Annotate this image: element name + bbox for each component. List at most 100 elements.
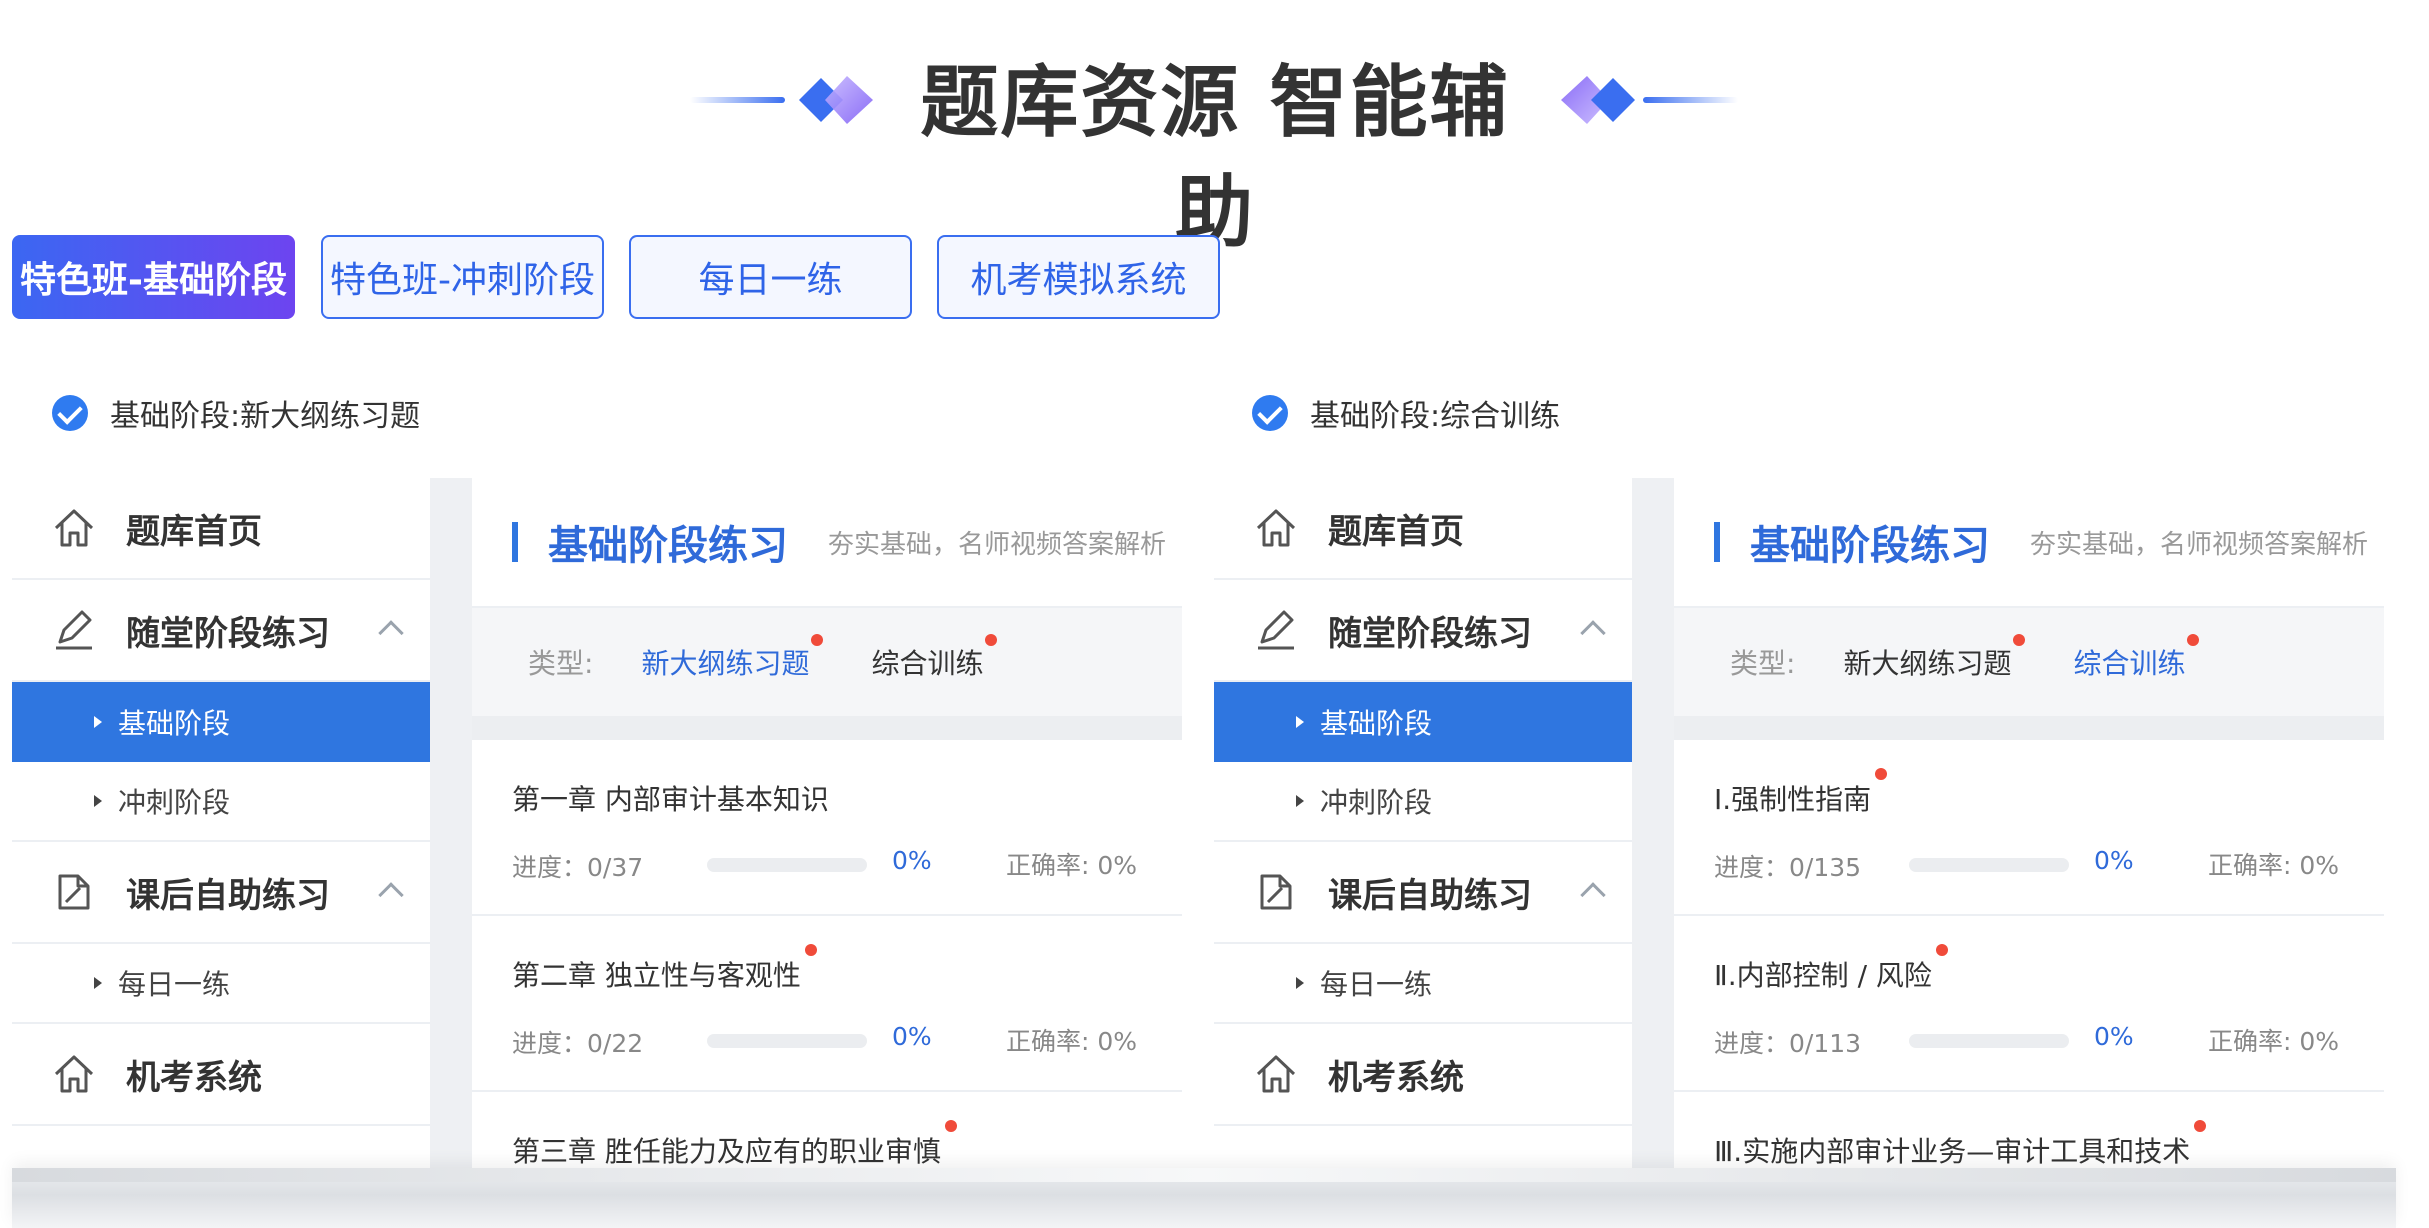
sidebar-item-label: 机考系统 — [126, 1057, 262, 1098]
chapter-name: 第一章 内部审计基本知识 — [512, 783, 829, 816]
sidebar-item-sprint-stage[interactable]: 冲刺阶段 — [1214, 762, 1632, 842]
content-title: 基础阶段练习 — [548, 523, 788, 569]
new-badge-dot — [2194, 1120, 2207, 1132]
type-filter: 类型: 新大纲练习题 综合训练 — [472, 608, 1182, 716]
sidebar-item-label: 基础阶段 — [118, 707, 231, 740]
tab-exam-simulation[interactable]: 机考模拟系统 — [937, 235, 1220, 319]
sidebar-item-daily[interactable]: 每日一练 — [12, 944, 430, 1024]
caret-right-icon — [94, 716, 102, 728]
chapter-name: Ⅲ.实施内部审计业务—审计工具和技术 — [1714, 1120, 2207, 1168]
sidebar-item-label: 题库首页 — [126, 511, 262, 552]
sidebar-item-basic-stage[interactable]: 基础阶段 — [1214, 682, 1632, 762]
chapter-item[interactable]: Ⅰ.强制性指南 进度：0/135 0% 正确率: 0% — [1674, 740, 2384, 916]
tab-daily-practice[interactable]: 每日一练 — [629, 235, 912, 319]
panel-divider — [430, 478, 472, 1168]
header: 题库资源 智能辅助 — [0, 0, 2429, 258]
sidebar-item-label: 机考系统 — [1328, 1057, 1464, 1098]
tab-sprint-stage[interactable]: 特色班-冲刺阶段 — [321, 235, 604, 319]
sidebar: 题库首页 随堂阶段练习 基础阶段 冲刺阶段 课后自助练习 每日一练 机考系统 — [12, 478, 430, 1168]
sidebar-item-exam-system[interactable]: 机考系统 — [12, 1024, 430, 1126]
sidebar-item-after-class[interactable]: 课后自助练习 — [12, 842, 430, 944]
accuracy-text: 正确率: 0% — [2208, 851, 2340, 880]
type-option-syllabus[interactable]: 新大纲练习题 — [1843, 634, 2026, 682]
title-accent-bar — [512, 522, 518, 562]
sidebar-item-label: 随堂阶段练习 — [126, 613, 330, 654]
progress-text: 进度：0/113 — [1714, 1029, 1862, 1058]
diamond-decoration-icon-left — [799, 76, 873, 124]
progress-text: 进度：0/135 — [1714, 853, 1862, 882]
title-decoration-line-right — [1643, 97, 1738, 103]
check-circle-icon — [52, 395, 88, 431]
content-header: 基础阶段练习 夯实基础，名师视频答案解析 — [472, 478, 1182, 608]
chapter-name: 第三章 胜任能力及应有的职业审慎 — [512, 1120, 957, 1168]
sidebar-item-home[interactable]: 题库首页 — [1214, 478, 1632, 580]
chapter-name: 第二章 独立性与客观性 — [512, 944, 817, 994]
caret-right-icon — [1296, 977, 1304, 989]
sidebar-item-daily[interactable]: 每日一练 — [1214, 944, 1632, 1024]
sidebar-item-label: 课后自助练习 — [1328, 875, 1532, 916]
title-decoration-line-left — [690, 97, 785, 103]
sidebar-item-label: 冲刺阶段 — [118, 786, 231, 819]
section-separator — [1674, 716, 2384, 740]
type-option-comprehensive[interactable]: 综合训练 — [871, 634, 998, 682]
caret-right-icon — [94, 977, 102, 989]
progress-bar — [1909, 858, 2069, 872]
progress-percent: 0% — [892, 846, 932, 875]
progress-bar — [707, 1034, 867, 1048]
chevron-up-icon — [1580, 620, 1606, 646]
display-shelf — [12, 1168, 2396, 1228]
chapter-item[interactable]: 第二章 独立性与客观性 进度：0/22 0% 正确率: 0% — [472, 916, 1182, 1092]
chapter-name: Ⅱ.内部控制 / 风险 — [1714, 944, 1948, 994]
tab-basic-stage[interactable]: 特色班-基础阶段 — [12, 235, 295, 319]
section-caption-text: 基础阶段:综合训练 — [1310, 399, 1561, 434]
panel-divider — [1632, 478, 1674, 1168]
new-badge-dot — [944, 1120, 957, 1132]
type-filter-label: 类型: — [528, 647, 594, 680]
type-option-comprehensive[interactable]: 综合训练 — [2073, 634, 2200, 682]
chapter-item[interactable]: Ⅲ.实施内部审计业务—审计工具和技术 — [1674, 1092, 2384, 1168]
section-separator — [472, 716, 1182, 740]
type-option-syllabus[interactable]: 新大纲练习题 — [641, 634, 824, 682]
pen-icon — [56, 610, 92, 650]
caret-right-icon — [94, 795, 102, 807]
main-content: 基础阶段练习 夯实基础，名师视频答案解析 类型: 新大纲练习题 综合训练 Ⅰ.强… — [1674, 478, 2384, 1168]
chevron-up-icon — [378, 882, 404, 908]
progress-text: 进度：0/22 — [512, 1029, 644, 1058]
diamond-decoration-icon-right — [1561, 76, 1635, 124]
sidebar-item-class-practice[interactable]: 随堂阶段练习 — [12, 580, 430, 682]
progress-percent: 0% — [892, 1022, 932, 1051]
screenshot-panel-left: 题库首页 随堂阶段练习 基础阶段 冲刺阶段 课后自助练习 每日一练 机考系统 基… — [12, 478, 1182, 1168]
title-accent-bar — [1714, 522, 1720, 562]
sidebar-item-label: 题库首页 — [1328, 511, 1464, 552]
new-badge-dot — [2013, 634, 2026, 646]
sidebar-item-exam-system[interactable]: 机考系统 — [1214, 1024, 1632, 1126]
new-badge-dot — [804, 944, 817, 956]
sidebar-item-basic-stage[interactable]: 基础阶段 — [12, 682, 430, 762]
content-subtitle: 夯实基础，名师视频答案解析 — [828, 529, 1167, 560]
sidebar-item-home[interactable]: 题库首页 — [12, 478, 430, 580]
home-icon — [54, 509, 94, 547]
chapter-item[interactable]: 第三章 胜任能力及应有的职业审慎 — [472, 1092, 1182, 1168]
section-caption-text: 基础阶段:新大纲练习题 — [110, 399, 421, 434]
sidebar-item-sprint-stage[interactable]: 冲刺阶段 — [12, 762, 430, 842]
sidebar-item-label: 基础阶段 — [1320, 707, 1433, 740]
pen-icon — [1258, 610, 1294, 650]
chapter-item[interactable]: 第一章 内部审计基本知识 进度：0/37 0% 正确率: 0% — [472, 740, 1182, 916]
chapter-item[interactable]: Ⅱ.内部控制 / 风险 进度：0/113 0% 正确率: 0% — [1674, 916, 2384, 1092]
caret-right-icon — [1296, 795, 1304, 807]
sidebar-item-after-class[interactable]: 课后自助练习 — [1214, 842, 1632, 944]
section-caption-right: 基础阶段:综合训练 — [1252, 388, 1560, 438]
chevron-up-icon — [1580, 882, 1606, 908]
content-header: 基础阶段练习 夯实基础，名师视频答案解析 — [1674, 478, 2384, 608]
accuracy-text: 正确率: 0% — [2208, 1027, 2340, 1056]
progress-percent: 0% — [2094, 1022, 2134, 1051]
sidebar-item-label: 冲刺阶段 — [1320, 786, 1433, 819]
sidebar: 题库首页 随堂阶段练习 基础阶段 冲刺阶段 课后自助练习 每日一练 机考系统 — [1214, 478, 1632, 1168]
home-icon — [1256, 509, 1296, 547]
content-title: 基础阶段练习 — [1750, 523, 1990, 569]
sidebar-item-class-practice[interactable]: 随堂阶段练习 — [1214, 580, 1632, 682]
main-content: 基础阶段练习 夯实基础，名师视频答案解析 类型: 新大纲练习题 综合训练 第一章… — [472, 478, 1182, 1168]
check-circle-icon — [1252, 395, 1288, 431]
progress-bar — [707, 858, 867, 872]
progress-bar — [1909, 1034, 2069, 1048]
